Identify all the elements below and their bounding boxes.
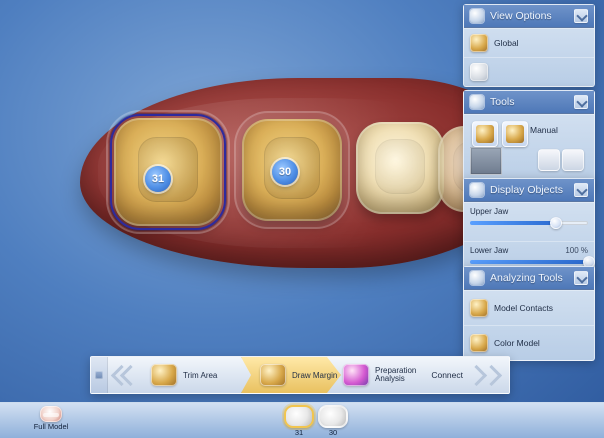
tooth-thumbnail-icon [284,405,314,428]
tool-preview-box [470,147,502,175]
prepared-tooth-30[interactable]: 30 [236,113,348,227]
tool-button-1[interactable] [472,121,498,147]
panel-title: Tools [490,96,515,108]
panel-title: Analyzing Tools [490,272,563,284]
workflow-bar: Trim Area Draw Margin Preparation Analys… [90,356,510,394]
view-options-icon [470,9,484,23]
model-contacts-item[interactable]: Model Contacts [464,290,594,325]
lower-jaw-slider-fill [470,260,588,264]
upper-jaw-slider-knob[interactable] [549,217,562,229]
workflow-toggle[interactable] [91,357,108,393]
manual-icon [506,125,524,143]
item-label: Color Model [494,337,540,348]
upper-jaw-slider-fill [470,221,555,225]
redo-icon[interactable] [562,149,584,171]
analyzing-tools-header[interactable]: Analyzing Tools [464,267,594,290]
collapse-icon[interactable] [574,95,588,109]
analyzing-tools-icon [470,271,484,285]
manual-label: Manual [530,125,558,135]
tooth-thumb-label: 31 [294,428,304,437]
analyzing-tools-panel: Analyzing Tools Model Contacts Color Mod… [463,266,595,361]
view-option-icon [470,63,488,81]
grip-icon [95,371,103,379]
step-label: Draw Margin [292,370,338,380]
tools-area: Manual [464,114,594,187]
trim-area-icon [151,364,177,386]
tooth-thumbnail-icon [318,405,348,428]
panel-title: View Options [490,10,552,22]
collapse-icon[interactable] [574,9,588,23]
global-view-icon [470,34,488,52]
tooth-thumb-31[interactable]: 31 [284,405,314,437]
tooth-number-badge-31[interactable]: 31 [145,166,171,192]
undo-icon[interactable] [538,149,560,171]
neighbor-tooth [356,122,444,214]
display-objects-icon [470,183,484,197]
chevron-right-icon [480,364,503,386]
view-option-placeholder[interactable] [464,57,594,86]
draw-margin-icon [260,364,286,386]
connect-button[interactable]: Connect [431,357,503,393]
manual-tool-button[interactable] [502,121,528,147]
lower-jaw-percent: 100 % [565,246,588,255]
tools-icon [470,95,484,109]
previous-step-button[interactable] [109,360,145,390]
panel-title: Display Objects [490,184,563,196]
model-contacts-icon [470,299,488,317]
lower-jaw-slider[interactable] [470,256,595,268]
full-model-icon [40,406,62,422]
view-option-global[interactable]: Global [464,28,594,57]
step-label: Trim Area [183,370,218,380]
workflow-step-trim-area[interactable]: Trim Area [151,357,241,393]
tooth-thumb-30[interactable]: 30 [318,405,348,437]
full-model-button[interactable]: Full Model [30,405,72,435]
collapse-icon[interactable] [574,183,588,197]
tooth-surface [375,138,425,194]
upper-jaw-slider-row[interactable]: Upper Jaw [464,202,594,241]
upper-jaw-label: Upper Jaw [470,207,509,216]
workflow-step-draw-margin[interactable]: Draw Margin [241,357,341,393]
item-label: Model Contacts [494,302,554,313]
preparation-analysis-icon [343,364,369,386]
tooth-thumb-label: 30 [328,428,338,437]
connect-label: Connect [431,370,463,380]
color-model-icon [470,334,488,352]
color-model-item[interactable]: Color Model [464,325,594,360]
bottom-toolbar: Full Model 31 30 [0,402,604,438]
full-model-label: Full Model [33,422,69,431]
tooth-number-badge-30[interactable]: 30 [272,159,298,185]
collapse-icon[interactable] [574,271,588,285]
tools-panel: Tools Manual [463,90,595,188]
prepared-tooth-31[interactable]: 31 [108,112,228,232]
tool-icon [476,125,494,143]
lower-jaw-label: Lower Jaw [470,246,509,255]
view-options-panel: View Options Global [463,4,595,87]
display-objects-header[interactable]: Display Objects [464,179,594,202]
view-options-header[interactable]: View Options [464,5,594,28]
upper-jaw-slider[interactable] [470,217,588,229]
item-label: Global [494,37,519,48]
tools-header[interactable]: Tools [464,91,594,114]
